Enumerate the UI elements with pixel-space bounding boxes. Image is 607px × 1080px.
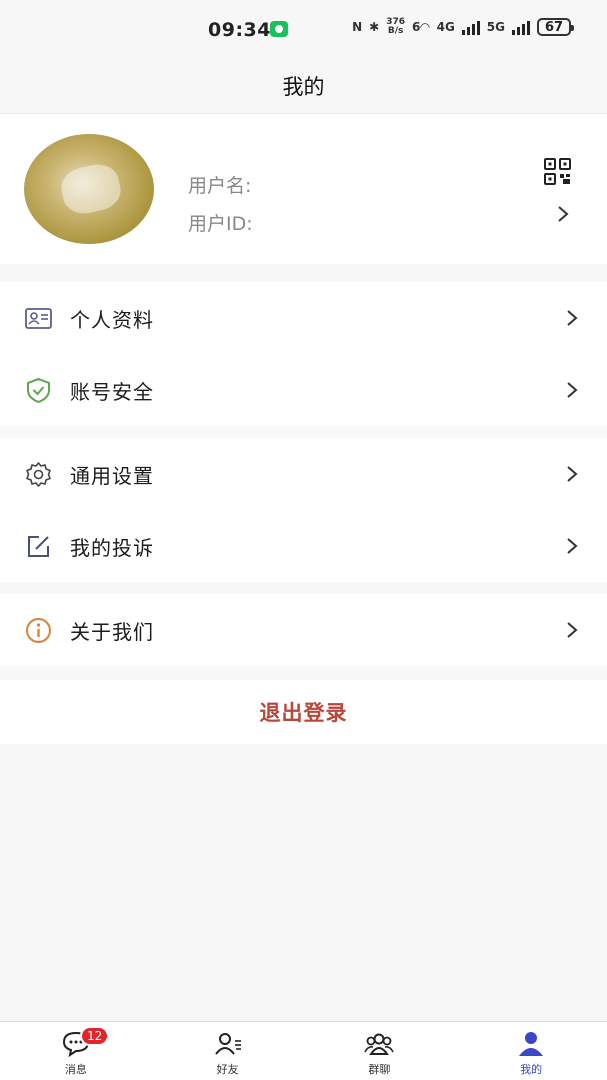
chevron-right-icon [567, 538, 578, 554]
signal-4g-label: 4G [436, 20, 455, 34]
menu-item-general-settings[interactable]: 通用设置 [0, 438, 607, 510]
logout-label: 退出登录 [259, 701, 348, 725]
menu-group-about: 关于我们 [0, 594, 607, 666]
shield-check-icon [27, 377, 50, 404]
unread-badge: 12 [80, 1026, 110, 1046]
tab-friends[interactable]: 好友 [152, 1022, 304, 1080]
battery-level: 67 [544, 19, 564, 35]
qr-code-icon[interactable] [544, 158, 571, 185]
tab-label: 群聊 [368, 1063, 391, 1076]
userid-label: 用户ID: [188, 213, 253, 235]
wifi-icon: 6◠ [412, 20, 430, 34]
tab-messages[interactable]: 消息 12 [0, 1022, 152, 1080]
battery-icon: 67 [537, 18, 574, 36]
network-speed-unit: B/s [387, 26, 404, 36]
wechat-notification-icon [270, 21, 288, 37]
gear-icon [26, 462, 51, 487]
page-title: 我的 [282, 74, 325, 99]
header: 我的 [0, 58, 607, 114]
menu-group-account: 个人资料 账号安全 [0, 282, 607, 426]
tab-groups[interactable]: 群聊 [304, 1022, 456, 1080]
id-card-icon [25, 308, 52, 329]
menu-item-complaints[interactable]: 我的投诉 [0, 510, 607, 582]
bluetooth-icon: ✱ [369, 20, 380, 34]
person-icon [519, 1032, 544, 1056]
chevron-right-icon[interactable] [556, 204, 570, 224]
menu-item-label: 我的投诉 [70, 536, 154, 560]
status-bar: 09:34 N ✱ 376 B/s 6◠ 4G 5G 67 [0, 0, 607, 58]
chevron-right-icon [567, 310, 578, 326]
group-icon [364, 1033, 395, 1055]
logout-button[interactable]: 退出登录 [0, 680, 607, 744]
edit-square-icon [28, 536, 49, 557]
menu-item-about[interactable]: 关于我们 [0, 594, 607, 666]
status-time: 09:34 [208, 19, 271, 41]
signal-bars-icon [461, 19, 480, 35]
network-speed: 376 B/s [386, 18, 405, 36]
chevron-right-icon [567, 466, 578, 482]
tab-label: 消息 [64, 1063, 87, 1076]
bottom-nav: 消息 12 好友 群聊 我的 [0, 1021, 607, 1080]
signal-5g-label: 5G [486, 20, 505, 34]
friends-icon [214, 1033, 241, 1055]
signal-bars-icon [512, 19, 530, 35]
menu-item-label: 通用设置 [70, 464, 154, 488]
status-indicators: N ✱ 376 B/s 6◠ 4G 5G 67 [352, 18, 574, 36]
menu-item-security[interactable]: 账号安全 [0, 354, 607, 426]
wifi-label: 6 [412, 20, 421, 34]
avatar[interactable] [24, 134, 154, 244]
menu-item-label: 账号安全 [70, 380, 154, 404]
nfc-icon: N [352, 20, 363, 34]
tab-label: 好友 [216, 1063, 239, 1076]
menu-group-settings: 通用设置 我的投诉 [0, 438, 607, 582]
tab-me[interactable]: 我的 [455, 1022, 607, 1080]
profile-card[interactable]: 用户名: 用户ID: [0, 114, 607, 264]
username-label: 用户名: [188, 175, 252, 197]
menu-item-label: 个人资料 [70, 308, 154, 332]
menu-item-profile[interactable]: 个人资料 [0, 282, 607, 354]
chevron-right-icon [567, 382, 578, 398]
menu-item-label: 关于我们 [70, 620, 154, 644]
chevron-right-icon [567, 622, 578, 638]
info-icon [26, 618, 51, 643]
tab-label: 我的 [520, 1063, 543, 1076]
